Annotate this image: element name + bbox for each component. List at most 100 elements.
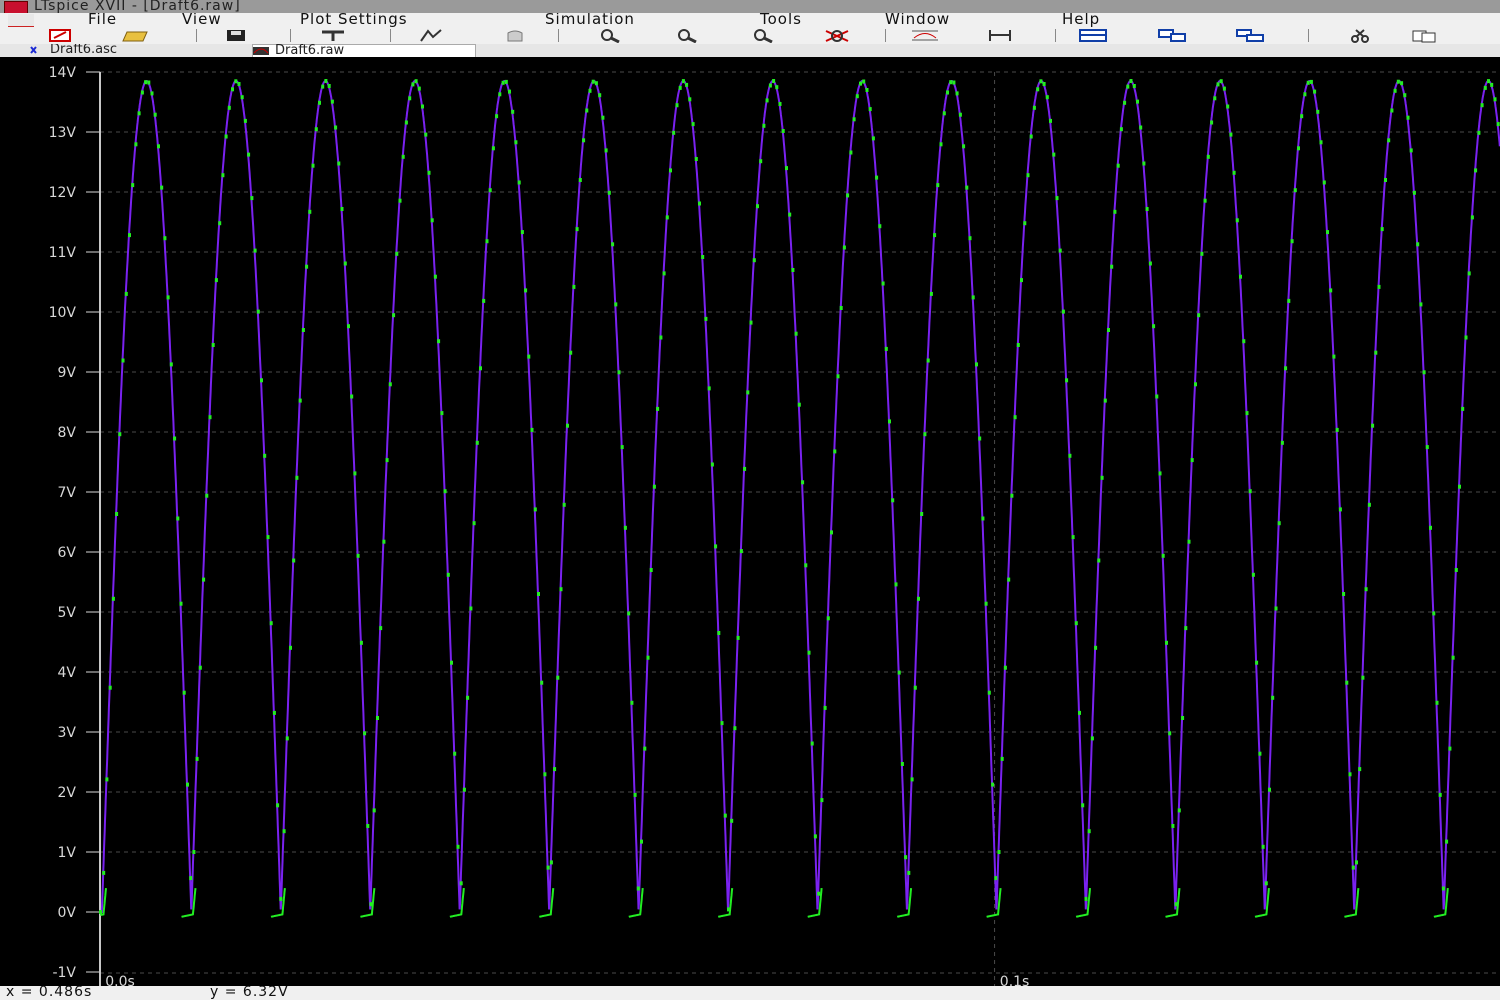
sample-marker xyxy=(881,281,885,286)
sample-marker xyxy=(121,358,125,363)
copy-icon[interactable] xyxy=(1410,28,1440,43)
sample-marker xyxy=(1377,284,1381,289)
menu-plot-settings[interactable]: Plot Settings xyxy=(300,13,408,27)
toolbar-separator xyxy=(885,29,886,42)
sample-marker xyxy=(1061,309,1065,314)
new-schematic-icon[interactable] xyxy=(46,28,76,43)
traces xyxy=(99,80,1500,918)
sample-marker xyxy=(1216,82,1220,87)
sample-marker xyxy=(1393,88,1397,93)
sample-marker xyxy=(1171,824,1175,828)
sample-marker xyxy=(694,157,698,161)
document-menu-icon[interactable] xyxy=(8,14,34,27)
sample-marker xyxy=(1235,218,1239,223)
mark-text-icon[interactable] xyxy=(985,28,1015,43)
sample-marker xyxy=(759,159,763,164)
sample-marker xyxy=(369,902,373,907)
sample-marker xyxy=(1441,886,1445,891)
menu-view[interactable]: View xyxy=(182,13,222,27)
secondary-trace-segment xyxy=(896,887,913,918)
sample-marker xyxy=(1406,115,1410,120)
sample-marker xyxy=(456,844,460,849)
tile-horizontal-icon[interactable] xyxy=(1078,28,1108,43)
sample-marker xyxy=(1052,152,1056,157)
sample-marker xyxy=(218,221,222,226)
sample-marker xyxy=(1419,302,1423,307)
cut-icon[interactable] xyxy=(1345,28,1375,43)
sample-marker xyxy=(1152,324,1156,329)
sample-marker xyxy=(830,530,833,535)
zoom-out-icon[interactable] xyxy=(748,28,778,43)
cascade-icon[interactable] xyxy=(1235,28,1265,43)
menu-window[interactable]: Window xyxy=(885,13,950,27)
menu-simulation[interactable]: Simulation xyxy=(545,13,635,27)
sample-marker xyxy=(150,91,154,96)
sample-marker xyxy=(675,103,679,108)
sample-marker xyxy=(256,309,260,314)
zoom-in-icon[interactable] xyxy=(595,28,625,43)
sample-marker xyxy=(1136,99,1139,104)
sample-marker xyxy=(1348,772,1352,777)
sample-marker xyxy=(491,146,495,151)
tab-draft6-asc[interactable]: Draft6.asc xyxy=(28,44,233,57)
zoom-cancel-icon[interactable] xyxy=(822,28,852,43)
sample-marker xyxy=(1335,427,1339,432)
save-icon[interactable] xyxy=(222,28,252,43)
sample-marker xyxy=(678,85,682,90)
sample-marker xyxy=(762,123,766,128)
sample-marker xyxy=(350,394,354,399)
sample-marker xyxy=(1477,130,1481,135)
sample-marker xyxy=(868,107,872,112)
menu-tools[interactable]: Tools xyxy=(760,13,802,27)
sample-marker xyxy=(240,95,244,100)
sample-marker xyxy=(195,756,199,761)
sample-marker xyxy=(917,596,920,601)
sample-marker xyxy=(546,865,550,870)
sample-marker xyxy=(453,751,457,756)
open-icon[interactable] xyxy=(120,28,150,43)
sample-marker xyxy=(1132,84,1136,88)
menu-file[interactable]: File xyxy=(88,13,117,27)
sample-marker xyxy=(591,79,595,84)
zoom-extents-icon[interactable] xyxy=(672,28,702,43)
sample-marker xyxy=(1313,89,1317,94)
sample-marker xyxy=(517,180,521,185)
waveform-chart[interactable]: -1V 0V 1V 2V 3V 4V 5V 6V 7V 8V 9V 10V 11V 12V 13V 14V 0.… xyxy=(0,58,1500,986)
sample-marker xyxy=(633,792,637,797)
sample-marker xyxy=(984,601,988,606)
tab-draft6-raw[interactable]: Draft6.raw xyxy=(252,44,476,57)
waveform-plot-pane[interactable]: -1V 0V 1V 2V 3V 4V 5V 6V 7V 8V 9V 10V 11V 12V 13V 14V 0.… xyxy=(0,58,1500,986)
sample-marker xyxy=(1003,665,1007,670)
sample-marker xyxy=(556,675,560,680)
sample-marker xyxy=(807,650,811,655)
sample-marker xyxy=(1380,227,1384,232)
toolbar-separator xyxy=(1055,29,1056,42)
secondary-trace-segment xyxy=(1344,887,1360,918)
sample-marker xyxy=(214,278,218,283)
sample-marker xyxy=(1049,118,1052,123)
sample-marker xyxy=(243,118,247,123)
sample-marker xyxy=(781,129,785,133)
halt-icon[interactable] xyxy=(500,28,530,43)
sample-marker xyxy=(949,80,953,85)
sample-marker xyxy=(376,716,379,720)
sample-marker xyxy=(839,306,843,310)
autorange-icon[interactable] xyxy=(910,28,940,43)
sample-marker xyxy=(527,354,531,359)
sample-marker xyxy=(643,746,647,751)
sample-marker xyxy=(227,105,231,110)
sample-marker xyxy=(537,592,540,596)
tile-vertical-icon[interactable] xyxy=(1157,28,1187,43)
y-tick-label: 1V xyxy=(58,845,77,861)
tab-label: Draft6.asc xyxy=(50,44,118,57)
menu-help[interactable]: Help xyxy=(1062,13,1100,27)
sample-marker xyxy=(910,777,914,782)
run-icon[interactable] xyxy=(415,28,445,43)
sample-marker xyxy=(936,183,940,188)
sample-marker xyxy=(640,839,643,844)
sample-marker xyxy=(153,112,157,117)
sample-marker xyxy=(1039,79,1043,84)
sample-marker xyxy=(1197,313,1201,318)
sample-marker xyxy=(363,731,367,736)
control-panel-icon[interactable] xyxy=(318,28,348,43)
